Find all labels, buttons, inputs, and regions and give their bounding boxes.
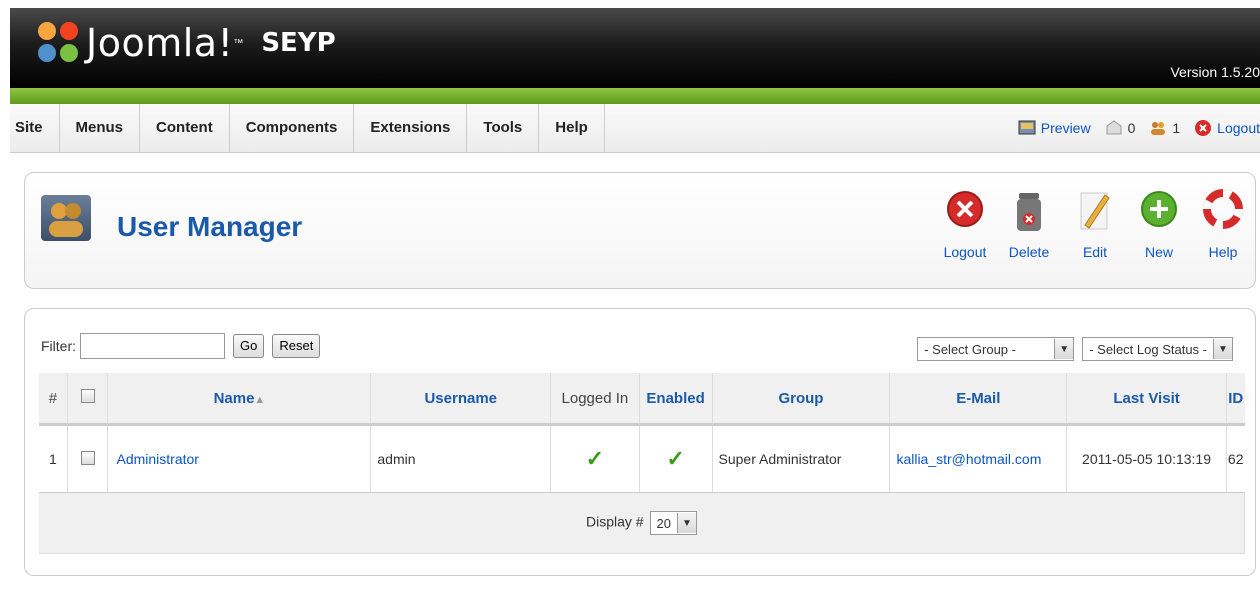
chevron-down-icon: ▼ [1054, 339, 1074, 359]
logout-icon [947, 191, 983, 227]
display-label: Display # [586, 513, 644, 530]
messages-indicator[interactable]: 0 [1105, 119, 1136, 137]
checkmark-icon: ✓ [585, 446, 605, 471]
row-username: admin [370, 424, 552, 493]
table-row: 1 Administrator admin ✓ ✓ Super Administ… [39, 424, 1245, 493]
log-status-select[interactable]: - Select Log Status - ▼ [1082, 337, 1233, 361]
site-name: SEYP [261, 28, 336, 58]
select-all-checkbox[interactable] [80, 389, 95, 403]
col-name-label: Name [213, 389, 255, 407]
logout-icon [1195, 120, 1212, 136]
row-id: 62 [1226, 424, 1245, 493]
user-list-panel: Filter: Go Reset - Select Group - ▼ - Se… [24, 308, 1256, 576]
chevron-down-icon: ▼ [676, 513, 696, 533]
logout-button-label: Logout [943, 244, 987, 260]
pencil-icon [1080, 192, 1110, 230]
chevron-down-icon: ▼ [1213, 339, 1232, 359]
users-table: # Name▲ Username Logged In Enabled Group… [39, 373, 1245, 554]
user-email-link[interactable]: kallia_str@hotmail.com [896, 451, 1041, 467]
group-select[interactable]: - Select Group - ▼ [917, 337, 1075, 361]
group-select-value: - Select Group - [924, 341, 1016, 357]
delete-button-label: Delete [1008, 244, 1050, 260]
col-select-all [67, 373, 109, 426]
pagination-row: Display # 20 ▼ [39, 492, 1245, 554]
row-checkbox-cell [67, 424, 109, 493]
envelope-icon [1106, 120, 1122, 135]
joomla-logo-icon [38, 22, 80, 64]
table-header-row: # Name▲ Username Logged In Enabled Group… [39, 373, 1245, 426]
edit-button-label: Edit [1082, 244, 1108, 260]
user-manager-icon [41, 195, 91, 241]
users-online-indicator[interactable]: 1 [1149, 119, 1180, 137]
col-username[interactable]: Username [370, 373, 552, 426]
header-bar: Joomla! ™ SEYP Version 1.5.20 [10, 8, 1260, 88]
go-button[interactable]: Go [233, 334, 265, 358]
toolbar-panel: User Manager Logout Delete Edit New Help [24, 172, 1256, 289]
col-email[interactable]: E-Mail [889, 373, 1068, 426]
filter-bar: Filter: Go Reset [41, 333, 321, 359]
menu-item-extensions[interactable]: Extensions [354, 104, 468, 152]
users-count: 1 [1172, 120, 1181, 136]
col-logged-in[interactable]: Logged In [550, 373, 640, 426]
pagination-cell: Display # 20 ▼ [39, 492, 1245, 554]
log-status-select-value: - Select Log Status - [1089, 341, 1207, 357]
logo-text: Joomla! [86, 21, 234, 65]
sort-asc-icon: ▲ [254, 393, 266, 406]
messages-count: 0 [1127, 120, 1136, 136]
logout-link[interactable]: Logout [1194, 119, 1260, 137]
menu-item-help[interactable]: Help [539, 104, 605, 152]
preview-label: Preview [1040, 120, 1091, 136]
menu-item-menus[interactable]: Menus [60, 104, 141, 152]
user-name-link[interactable]: Administrator [116, 451, 198, 467]
preview-icon [1018, 120, 1036, 135]
row-group: Super Administrator [712, 424, 891, 493]
filter-label: Filter: [41, 338, 76, 354]
col-group[interactable]: Group [712, 373, 891, 426]
menu-item-components[interactable]: Components [230, 104, 355, 152]
preview-link[interactable]: Preview [1018, 119, 1091, 137]
main-menubar: Site Menus Content Components Extensions… [10, 104, 1260, 153]
row-number: 1 [39, 424, 68, 493]
col-enabled[interactable]: Enabled [639, 373, 713, 426]
plus-icon [1141, 191, 1177, 227]
toolbar-help-button[interactable]: Help [1193, 189, 1253, 260]
logo-trademark: ™ [233, 37, 244, 49]
filter-input[interactable] [80, 333, 225, 359]
toolbar-logout-button[interactable]: Logout [935, 189, 995, 260]
logout-label: Logout [1217, 120, 1260, 136]
row-last-visit: 2011-05-05 10:13:19 [1066, 424, 1227, 493]
reset-button[interactable]: Reset [272, 334, 321, 358]
help-button-label: Help [1208, 244, 1238, 260]
version-label: Version 1.5.20 [1170, 64, 1260, 80]
row-logged-in-cell: ✓ [550, 424, 640, 493]
new-button-label: New [1144, 244, 1173, 260]
filter-selects: - Select Group - ▼ - Select Log Status -… [917, 337, 1233, 361]
toolbar-delete-button[interactable]: Delete [999, 189, 1059, 260]
col-number: # [39, 373, 68, 426]
row-enabled-cell: ✓ [639, 424, 713, 493]
menu-item-site[interactable]: Site [10, 104, 60, 152]
menu-item-tools[interactable]: Tools [467, 104, 540, 152]
toolbar-edit-button[interactable]: Edit [1065, 189, 1125, 260]
row-name-cell: Administrator [107, 424, 372, 493]
row-checkbox[interactable] [80, 450, 95, 465]
accent-bar [10, 88, 1260, 104]
toolbar-new-button[interactable]: New [1129, 189, 1189, 260]
checkmark-icon[interactable]: ✓ [666, 446, 684, 471]
users-icon [1151, 122, 1166, 135]
col-name[interactable]: Name▲ [107, 373, 372, 426]
status-area: Preview 0 1 Logout [1004, 104, 1260, 152]
trash-icon [1017, 193, 1041, 231]
menu-item-content[interactable]: Content [140, 104, 230, 152]
lifebuoy-icon [1203, 189, 1243, 229]
page-title: User Manager [117, 211, 303, 242]
joomla-logo[interactable]: Joomla! ™ SEYP [38, 18, 336, 68]
col-last-visit[interactable]: Last Visit [1066, 373, 1227, 426]
col-id[interactable]: ID [1226, 373, 1245, 426]
display-count-value: 20 [656, 515, 671, 531]
row-email-cell: kallia_str@hotmail.com [889, 424, 1068, 493]
display-count-select[interactable]: 20 ▼ [649, 511, 697, 535]
